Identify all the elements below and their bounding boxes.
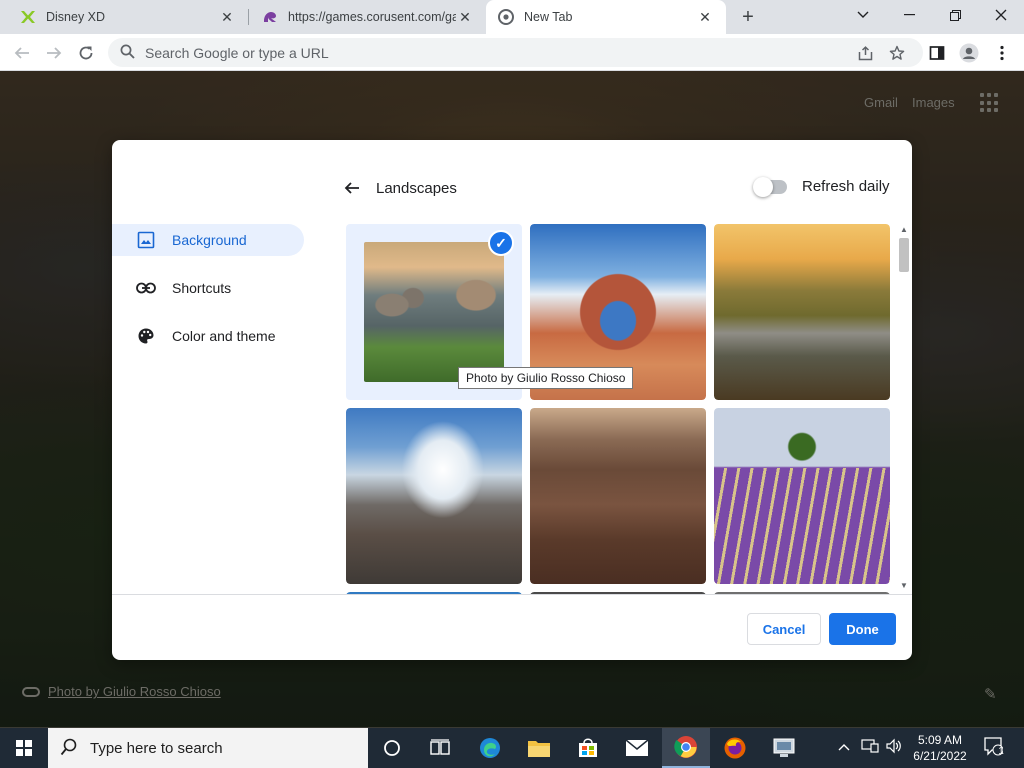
sidebar-item-background[interactable]: Background bbox=[112, 224, 304, 256]
share-icon[interactable] bbox=[852, 40, 878, 66]
scroll-down-arrow-icon[interactable]: ▼ bbox=[900, 582, 908, 590]
reload-icon[interactable] bbox=[73, 40, 99, 66]
tab-close-icon[interactable]: ✕ bbox=[696, 8, 714, 26]
tab-title: New Tab bbox=[524, 10, 573, 24]
scroll-thumb[interactable] bbox=[899, 238, 909, 272]
photo-credit-tooltip: Photo by Giulio Rosso Chioso bbox=[458, 367, 634, 389]
notification-count-badge: 1 bbox=[998, 746, 1004, 757]
search-icon bbox=[60, 738, 78, 759]
link-icon bbox=[136, 278, 156, 298]
image-grid-scrollbar[interactable]: ▲ ▼ bbox=[897, 224, 911, 594]
background-image bbox=[714, 224, 890, 400]
refresh-daily-label: Refresh daily bbox=[802, 178, 890, 195]
search-icon bbox=[120, 44, 135, 62]
toggle-knob bbox=[753, 176, 773, 197]
tab-title: https://games.corusent.com/gam bbox=[288, 10, 456, 24]
back-arrow-icon[interactable] bbox=[9, 40, 35, 66]
kebab-menu-icon[interactable] bbox=[989, 40, 1015, 66]
tab-close-icon[interactable]: ✕ bbox=[218, 8, 236, 26]
collection-title: Landscapes bbox=[376, 179, 457, 197]
remote-desktop-icon[interactable] bbox=[760, 728, 808, 768]
microsoft-store-icon[interactable] bbox=[564, 728, 612, 768]
customize-pencil-icon[interactable]: ✎ bbox=[984, 685, 997, 703]
apps-grid-icon[interactable] bbox=[980, 93, 1000, 113]
new-tab-plus-icon[interactable]: + bbox=[735, 5, 761, 29]
profile-avatar-icon[interactable] bbox=[956, 40, 982, 66]
address-bar[interactable] bbox=[108, 38, 923, 67]
start-button[interactable] bbox=[0, 728, 48, 768]
taskbar-search-placeholder: Type here to search bbox=[90, 739, 223, 757]
firefox-icon[interactable] bbox=[711, 728, 759, 768]
cortana-icon[interactable] bbox=[368, 728, 416, 768]
tab-corus-games[interactable]: https://games.corusent.com/gam ✕ bbox=[250, 0, 486, 34]
customize-chrome-dialog: Background Shortcuts Color and theme Lan… bbox=[112, 140, 912, 660]
background-image bbox=[364, 242, 504, 382]
windows-taskbar: Type here to search 5:09 AM 6/21/2022 1 bbox=[0, 728, 1024, 768]
tab-search-chevron-icon[interactable] bbox=[840, 0, 886, 30]
clock-date: 6/21/2022 bbox=[913, 749, 967, 763]
sidebar-item-shortcuts[interactable]: Shortcuts bbox=[112, 272, 304, 304]
sidebar-item-label: Color and theme bbox=[172, 328, 276, 344]
background-image bbox=[530, 408, 706, 584]
forward-arrow-icon[interactable] bbox=[41, 40, 67, 66]
edge-browser-icon[interactable] bbox=[466, 728, 514, 768]
background-tile-lavender[interactable] bbox=[714, 408, 890, 584]
background-image bbox=[346, 408, 522, 584]
task-view-icon[interactable] bbox=[416, 728, 464, 768]
done-button[interactable]: Done bbox=[829, 613, 896, 645]
taskbar-search-box[interactable]: Type here to search bbox=[48, 728, 368, 768]
background-image bbox=[714, 408, 890, 584]
bookmark-star-icon[interactable] bbox=[884, 40, 910, 66]
corus-favicon-icon bbox=[262, 9, 278, 25]
background-tile-canyon-sunrise[interactable] bbox=[714, 224, 890, 400]
image-icon bbox=[136, 230, 156, 250]
sidebar-item-color-and-theme[interactable]: Color and theme bbox=[112, 320, 304, 352]
chrome-taskbar-icon[interactable] bbox=[662, 728, 710, 768]
sidebar-item-label: Background bbox=[172, 232, 247, 248]
minimize-icon[interactable] bbox=[886, 0, 932, 30]
network-icon[interactable] bbox=[861, 738, 879, 757]
link-icon bbox=[22, 686, 40, 697]
omnibox-input[interactable] bbox=[145, 44, 825, 61]
collection-header: Landscapes bbox=[340, 176, 457, 200]
tab-strip: Disney XD ✕ https://games.corusent.com/g… bbox=[0, 0, 1024, 34]
tab-close-icon[interactable]: ✕ bbox=[456, 8, 474, 26]
taskbar-clock[interactable]: 5:09 AM 6/21/2022 bbox=[905, 732, 975, 764]
sidebar-item-label: Shortcuts bbox=[172, 280, 232, 296]
file-explorer-icon[interactable] bbox=[515, 728, 563, 768]
background-attribution[interactable]: Photo by Giulio Rosso Chioso bbox=[22, 684, 221, 699]
restore-icon[interactable] bbox=[932, 0, 978, 30]
tab-title: Disney XD bbox=[46, 10, 106, 24]
tab-disney-xd[interactable]: Disney XD ✕ bbox=[8, 0, 248, 34]
disney-xd-favicon-icon bbox=[20, 9, 36, 25]
refresh-daily-toggle[interactable] bbox=[753, 176, 787, 197]
browser-toolbar bbox=[0, 34, 1024, 71]
tab-divider bbox=[248, 9, 249, 25]
back-arrow-icon[interactable] bbox=[340, 176, 364, 200]
selected-checkmark-icon: ✓ bbox=[488, 230, 514, 256]
windows-logo-icon bbox=[16, 740, 32, 756]
attribution-text: Photo by Giulio Rosso Chioso bbox=[48, 684, 221, 699]
palette-icon bbox=[136, 326, 156, 346]
close-window-icon[interactable] bbox=[978, 0, 1024, 30]
chrome-favicon-icon bbox=[498, 9, 514, 25]
tab-new-tab[interactable]: New Tab ✕ bbox=[486, 0, 726, 34]
cancel-button[interactable]: Cancel bbox=[747, 613, 821, 645]
side-panel-icon[interactable] bbox=[924, 40, 950, 66]
background-image-grid: ✓ bbox=[346, 224, 912, 594]
images-link[interactable]: Images bbox=[912, 95, 955, 110]
gmail-link[interactable]: Gmail bbox=[864, 95, 898, 110]
background-tile-mountain[interactable] bbox=[346, 408, 522, 584]
background-tile-desert-canyon[interactable] bbox=[530, 408, 706, 584]
dialog-footer: Cancel Done bbox=[112, 594, 912, 660]
clock-time: 5:09 AM bbox=[917, 733, 963, 747]
refresh-daily-control: Refresh daily bbox=[753, 176, 890, 197]
volume-icon[interactable] bbox=[886, 738, 902, 757]
show-hidden-icons-chevron-icon[interactable] bbox=[838, 738, 850, 754]
scroll-up-arrow-icon[interactable]: ▲ bbox=[900, 226, 908, 234]
mail-icon[interactable] bbox=[613, 728, 661, 768]
